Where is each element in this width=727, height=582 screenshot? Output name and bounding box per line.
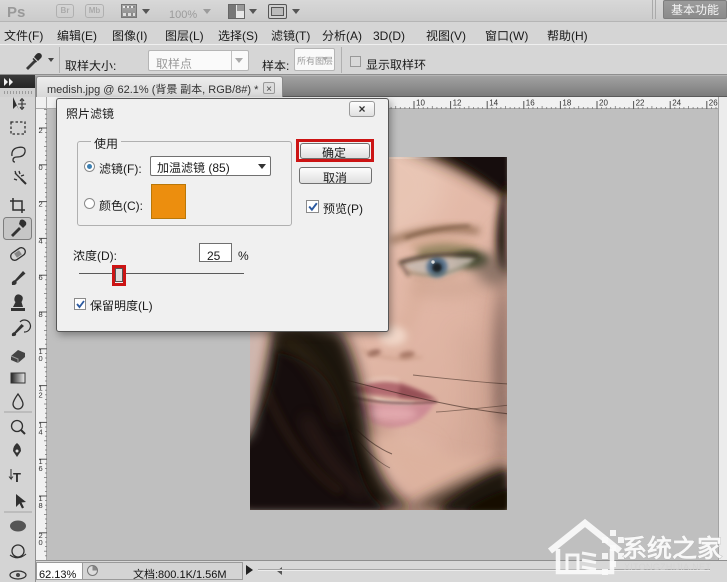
svg-text:16: 16 — [526, 99, 535, 108]
svg-text:12: 12 — [453, 99, 462, 108]
svg-text:4: 4 — [39, 427, 43, 436]
svg-text:26: 26 — [709, 99, 718, 108]
svg-text:2: 2 — [39, 391, 43, 400]
svg-text:T: T — [13, 470, 21, 485]
svg-text:22: 22 — [636, 99, 645, 108]
svg-text:24: 24 — [672, 99, 681, 108]
svg-text:10: 10 — [416, 99, 425, 108]
svg-text:4: 4 — [39, 236, 43, 245]
svg-text:8: 8 — [39, 310, 43, 319]
svg-text:2: 2 — [39, 126, 43, 135]
svg-text:8: 8 — [39, 501, 43, 510]
svg-text:XITONGZHIJIA.NET: XITONGZHIJIA.NET — [624, 562, 711, 572]
svg-text:6: 6 — [39, 464, 43, 473]
svg-text:2: 2 — [39, 200, 43, 209]
svg-text:0: 0 — [39, 538, 43, 547]
svg-text:系统之家: 系统之家 — [622, 529, 723, 565]
svg-text:0: 0 — [39, 354, 43, 363]
svg-text:6: 6 — [39, 273, 43, 282]
svg-text:18: 18 — [562, 99, 571, 108]
svg-text:20: 20 — [599, 99, 608, 108]
svg-text:0: 0 — [39, 163, 43, 172]
svg-text:14: 14 — [489, 99, 498, 108]
